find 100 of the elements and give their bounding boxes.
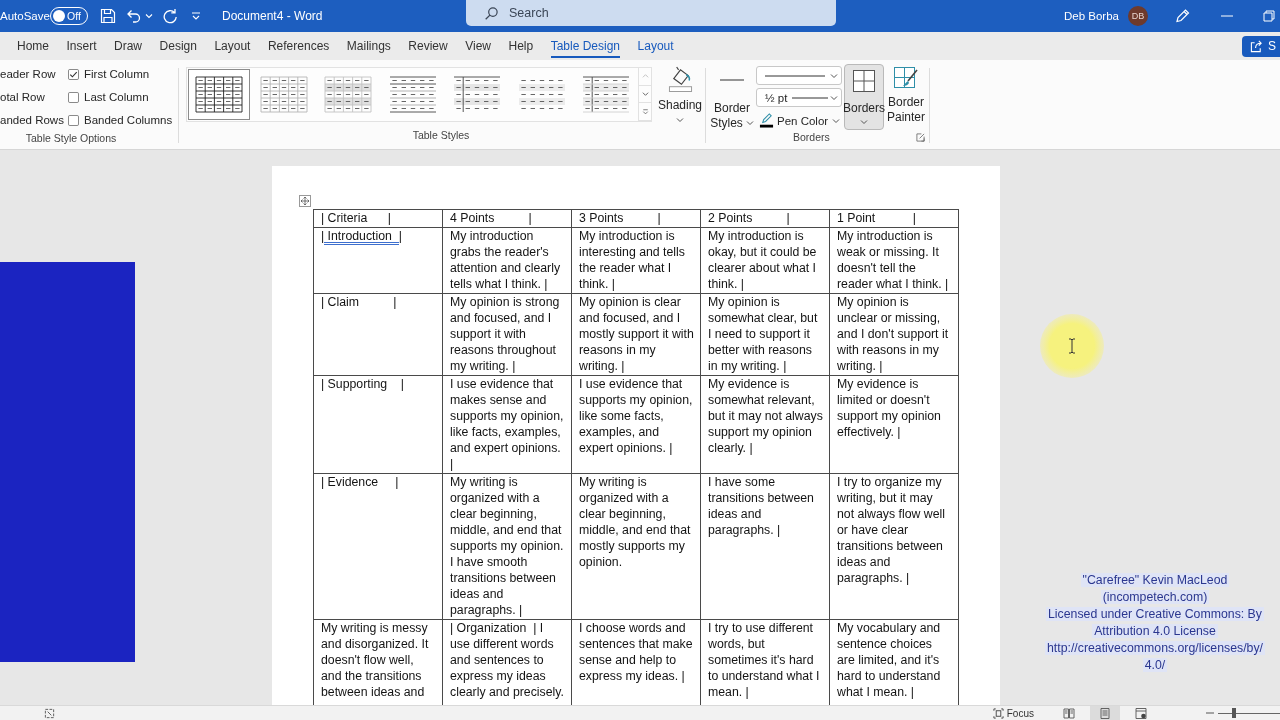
border-painter-button[interactable]: Border Painter	[884, 60, 928, 131]
undo-icon[interactable]	[126, 8, 142, 24]
table-preview-icon	[259, 76, 308, 113]
borders-button[interactable]: Borders	[844, 64, 884, 130]
table-cell: My evidence is limited or doesn't support my opinion effectively. |	[829, 375, 959, 474]
table-cell: | Claim |	[313, 293, 443, 376]
option-label[interactable]: anded Rows	[0, 109, 68, 132]
restore-icon[interactable]	[1263, 10, 1275, 22]
group-label: Table Styles	[412, 129, 470, 141]
pen-color-icon	[759, 113, 774, 128]
ribbon-tab[interactable]: Design	[151, 32, 205, 60]
checkbox[interactable]	[68, 115, 79, 126]
checkbox[interactable]	[68, 69, 79, 80]
focus-icon	[992, 707, 1004, 719]
table-cell: | Supporting |	[313, 375, 443, 474]
table-preview-icon	[453, 76, 501, 113]
text-cursor-icon	[1068, 338, 1076, 354]
table-preview-icon	[324, 76, 372, 113]
table-cell: | Evidence |	[313, 473, 443, 620]
table-cell: My opinion is somewhat clear, but I need to support it better with reasons in my writing. |	[700, 293, 830, 376]
caret-icon	[860, 119, 868, 125]
web-page-icon	[1135, 707, 1147, 719]
save-icon[interactable]	[100, 8, 116, 24]
customize-icon[interactable]	[191, 11, 201, 21]
table-cell: My writing is organized with a clear beginning, middle, and end that supports my opinion. I have smooth transitions between ideas and paragraphs. |	[442, 473, 572, 620]
group-label: Table Style Options	[25, 132, 117, 144]
column-header: 1 Point |	[829, 209, 959, 228]
ribbon-tab[interactable]: Mailings	[338, 32, 399, 60]
share-icon	[1250, 39, 1263, 53]
chevron-up-icon	[641, 73, 649, 80]
table-preview-icon	[582, 76, 630, 113]
ribbon-tab[interactable]: Home	[9, 32, 57, 60]
dialog-launcher-icon[interactable]	[916, 133, 925, 142]
ribbon-tab[interactable]: Table Design	[542, 32, 629, 60]
table-preview-icon	[388, 76, 437, 113]
line-sample-icon	[765, 73, 825, 78]
redo-icon[interactable]	[162, 8, 178, 24]
option-label[interactable]: otal Row	[0, 86, 68, 109]
group-label: Borders	[793, 131, 830, 143]
ribbon-tab[interactable]: Draw	[106, 32, 151, 60]
column-header: 3 Points |	[571, 209, 701, 228]
shading-button[interactable]: Shading	[655, 60, 705, 123]
table-cell: | Introduction |	[313, 227, 443, 294]
search-icon	[484, 5, 499, 21]
pen-icon[interactable]	[1174, 8, 1190, 24]
caret-icon	[745, 120, 754, 127]
line-weight-dropdown[interactable]: ½ pt	[756, 88, 842, 107]
table-cell: My writing is organized with a clear beginning, middle, and end that mostly supports my opinion.	[571, 473, 701, 620]
table-cell: My introduction is weak or missing. It doesn't tell the reader what I think. |	[829, 227, 959, 294]
paint-bucket-icon	[667, 66, 693, 93]
caret-icon	[676, 117, 684, 123]
table-cell: My opinion is clear and focused, and I mostly support it with reasons in my writing. |	[571, 293, 701, 376]
table-cell: I have some transitions between ideas and paragraphs. |	[700, 473, 830, 620]
more-icon	[641, 108, 649, 115]
share-button[interactable]: S	[1242, 35, 1280, 57]
frame-icon[interactable]	[44, 707, 55, 719]
table-cell: My opinion is strong and focused, and I support it with reasons throughout my writing. |	[442, 293, 572, 376]
credit-caption: "Carefree" Kevin MacLeod (incompetech.com) Licensed under Creative Commons: By Attribution 4.0 License http://creativecommons.org/licenses/by/ 4.0/	[1044, 572, 1266, 674]
document-title: Document4 - Word	[222, 9, 323, 23]
table-cell: I use evidence that supports my opinion, like some facts, examples, and expert opinions. |	[571, 375, 701, 474]
move-handle-icon[interactable]	[299, 195, 311, 207]
ribbon-tab[interactable]: View	[457, 32, 499, 60]
border-styles-button[interactable]: Border Styles	[709, 60, 755, 131]
line-style-dropdown[interactable]	[756, 66, 842, 85]
zoom-slider-thumb[interactable]	[1231, 708, 1236, 718]
grid-icon	[852, 69, 876, 93]
table-cell: My introduction is okay, but it could be clearer about what I think. |	[700, 227, 830, 294]
option-label[interactable]: Last Column	[84, 86, 149, 109]
table-style-option[interactable]	[188, 69, 250, 120]
option-label[interactable]: First Column	[84, 63, 150, 86]
toggle-knob-icon	[53, 10, 65, 22]
checkbox[interactable]	[68, 92, 79, 103]
page-icon	[1099, 707, 1111, 719]
caret-icon[interactable]	[145, 12, 153, 20]
table-cell: My introduction is interesting and tells the reader what I think. |	[571, 227, 701, 294]
ribbon-tab[interactable]: Help	[500, 32, 542, 60]
ribbon-tab[interactable]: Insert	[58, 32, 105, 60]
option-label[interactable]: Banded Columns	[84, 109, 173, 132]
column-header: 4 Points |	[442, 209, 572, 228]
user-name: Deb Borba	[1064, 10, 1119, 22]
column-header: 2 Points |	[700, 209, 830, 228]
ribbon-tab[interactable]: Layout	[629, 32, 682, 60]
search-field[interactable]: Search	[466, 0, 836, 26]
table-cell: I try to organize my writing, but it may not always flow well or have clear transitions between ideas and paragraphs. |	[829, 473, 959, 620]
caret-icon	[830, 94, 838, 101]
focus-button[interactable]: Focus	[992, 707, 1034, 719]
chevron-down-icon	[641, 91, 649, 97]
option-label[interactable]: eader Row	[0, 63, 68, 86]
table-preview-icon	[195, 76, 243, 113]
pen-color-button[interactable]: Pen Color	[756, 112, 842, 129]
view-button[interactable]	[1090, 706, 1120, 720]
ribbon-tab[interactable]: Review	[400, 32, 456, 60]
ribbon-tab[interactable]: References	[259, 32, 338, 60]
user-avatar[interactable]: DB	[1128, 6, 1148, 26]
line-sample-icon	[792, 95, 829, 100]
ribbon-tab[interactable]: Layout	[206, 32, 259, 60]
book-icon	[1063, 707, 1075, 719]
caret-icon	[830, 72, 838, 79]
table-cell: My evidence is somewhat relevant, but it may not always support my opinion clearly. |	[700, 375, 830, 474]
line-icon	[720, 78, 744, 82]
